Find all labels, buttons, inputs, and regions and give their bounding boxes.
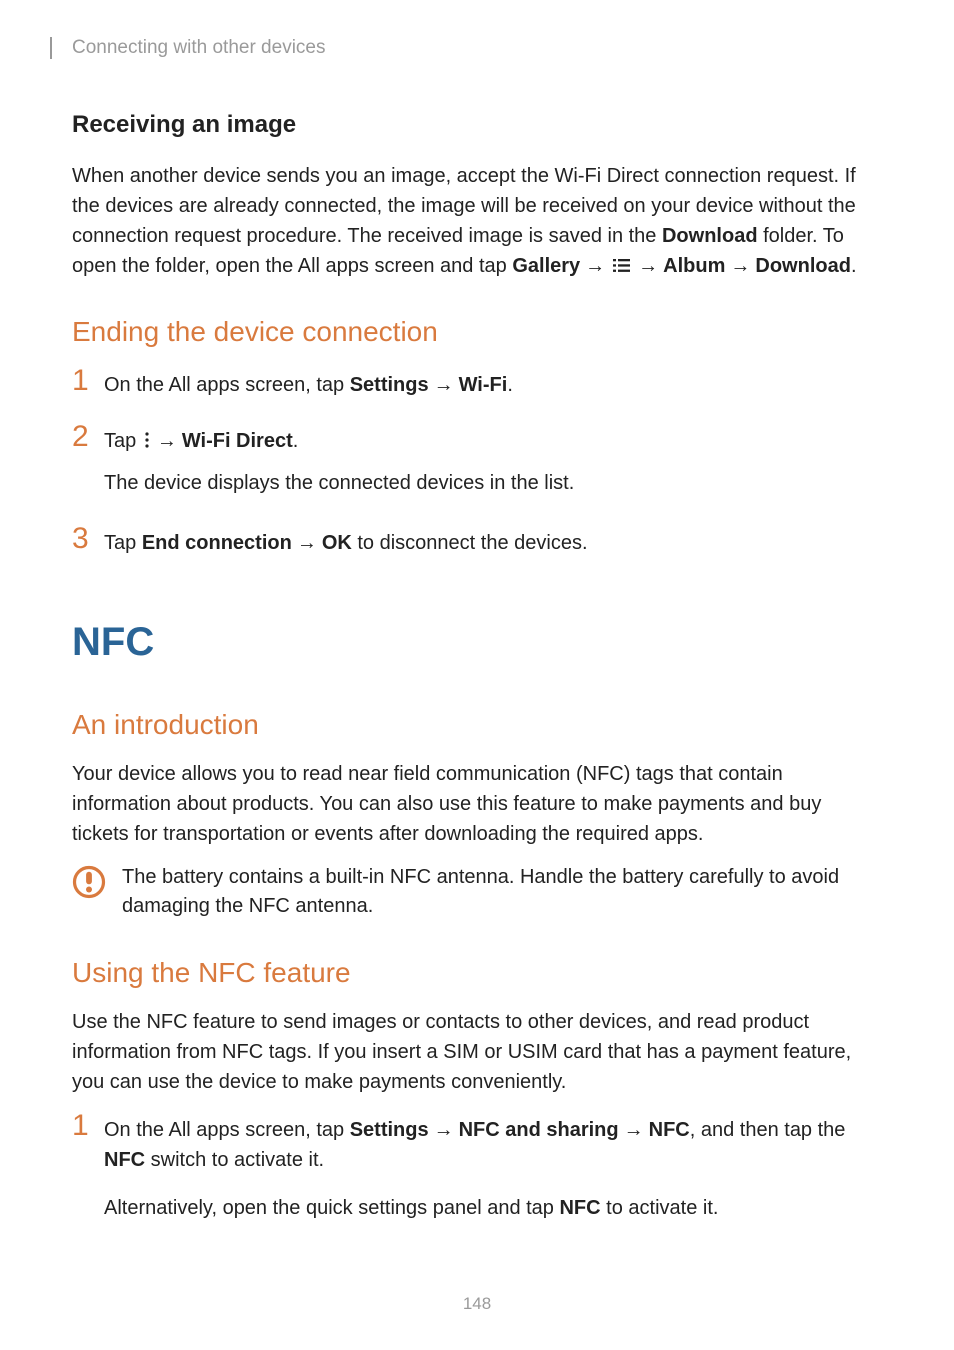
arrow-icon: →: [157, 426, 177, 456]
bold-album: Album: [663, 255, 725, 277]
arrow-icon: →: [624, 1115, 644, 1145]
caution-icon: [72, 865, 106, 904]
header-tick-mark: [50, 37, 52, 59]
heading-ending-connection: Ending the device connection: [72, 316, 882, 348]
text: Alternatively, open the quick settings p…: [104, 1197, 559, 1219]
step-text: On the All apps screen, tap Settings→NFC…: [104, 1111, 882, 1175]
text: to disconnect the devices.: [352, 532, 588, 554]
step-text: On the All apps screen, tap Settings→Wi-…: [104, 366, 513, 400]
bold-settings: Settings: [350, 1119, 429, 1141]
bold-nfc-sharing: NFC and sharing: [459, 1119, 619, 1141]
nfc-step-1: 1 On the All apps screen, tap Settings→N…: [72, 1111, 882, 1175]
step-text: Tap End connection→OK to disconnect the …: [104, 524, 588, 558]
page-number: 148: [0, 1294, 954, 1314]
step-2: 2 Tap →Wi-Fi Direct.: [72, 422, 882, 458]
bold-nfc: NFC: [649, 1119, 690, 1141]
text: .: [293, 430, 299, 452]
step-text: Tap →Wi-Fi Direct.: [104, 422, 298, 458]
bold-download: Download: [662, 225, 758, 247]
breadcrumb: Connecting with other devices: [72, 37, 325, 59]
text: Tap: [104, 430, 142, 452]
step-number: 3: [72, 524, 104, 554]
step-number: 1: [72, 1111, 104, 1141]
bold-endconnection: End connection: [142, 532, 292, 554]
text: On the All apps screen, tap: [104, 1119, 350, 1141]
bold-gallery: Gallery: [512, 255, 580, 277]
text: .: [851, 255, 857, 277]
bold-nfc: NFC: [559, 1197, 600, 1219]
step-3: 3 Tap End connection→OK to disconnect th…: [72, 524, 882, 558]
nfc-step-1-sub: Alternatively, open the quick settings p…: [104, 1193, 882, 1223]
bold-settings: Settings: [350, 374, 429, 396]
step-number: 2: [72, 422, 104, 452]
step-1: 1 On the All apps screen, tap Settings→W…: [72, 366, 882, 400]
caution-notice: The battery contains a built-in NFC ante…: [72, 863, 882, 921]
heading-receiving-image: Receiving an image: [72, 111, 882, 139]
step-2-sub: The device displays the connected device…: [104, 468, 882, 498]
text: , and then tap the: [690, 1119, 846, 1141]
bold-nfc: NFC: [104, 1149, 145, 1171]
heading-using-nfc: Using the NFC feature: [72, 957, 882, 989]
heading-an-introduction: An introduction: [72, 709, 882, 741]
menu-list-icon: [613, 252, 630, 282]
text: Tap: [104, 532, 142, 554]
arrow-icon: →: [434, 1115, 454, 1145]
para-using-nfc: Use the NFC feature to send images or co…: [72, 1007, 882, 1097]
heading-nfc: NFC: [72, 620, 882, 665]
arrow-icon: →: [585, 251, 605, 281]
page-header: Connecting with other devices: [0, 0, 954, 59]
text: switch to activate it.: [145, 1149, 324, 1171]
arrow-icon: →: [638, 251, 658, 281]
text: .: [507, 374, 513, 396]
bold-download: Download: [755, 255, 851, 277]
bold-wifi: Wi-Fi: [459, 374, 508, 396]
arrow-icon: →: [730, 251, 750, 281]
bold-wifidirect: Wi-Fi Direct: [182, 430, 293, 452]
para-nfc-intro: Your device allows you to read near fiel…: [72, 759, 882, 849]
text: to activate it.: [601, 1197, 719, 1219]
step-number: 1: [72, 366, 104, 396]
bold-ok: OK: [322, 532, 352, 554]
caution-text: The battery contains a built-in NFC ante…: [122, 863, 882, 921]
arrow-icon: →: [297, 528, 317, 558]
text: On the All apps screen, tap: [104, 374, 350, 396]
more-options-icon: [144, 428, 150, 458]
para-receiving-image: When another device sends you an image, …: [72, 161, 882, 282]
arrow-icon: →: [434, 370, 454, 400]
